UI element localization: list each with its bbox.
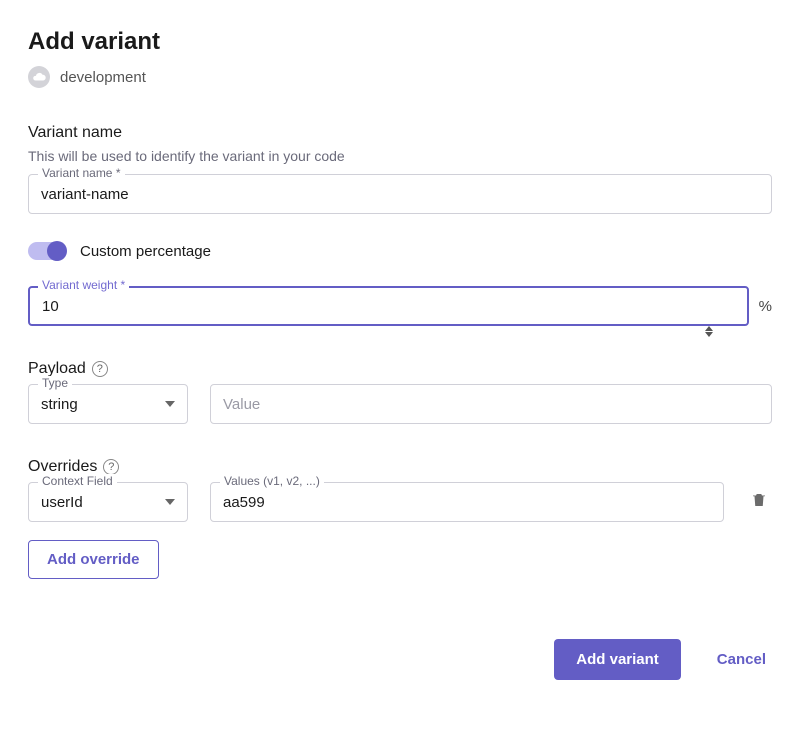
variant-weight-input[interactable] — [28, 286, 749, 326]
context-field-select[interactable]: userId — [28, 482, 188, 522]
context-field-value: userId — [41, 494, 83, 511]
number-stepper[interactable] — [705, 326, 713, 337]
percent-unit: % — [759, 298, 772, 315]
payload-type-value: string — [41, 396, 78, 413]
variant-name-help: This will be used to identify the varian… — [28, 148, 772, 164]
delete-override-button[interactable] — [746, 487, 772, 518]
environment-badge: development — [28, 66, 772, 88]
chevron-up-icon[interactable] — [705, 326, 713, 331]
trash-icon — [750, 491, 768, 509]
toggle-knob — [47, 241, 67, 261]
context-field-label: Context Field — [38, 474, 117, 488]
payload-value-input[interactable] — [210, 384, 772, 424]
overrides-section-title: Overrides ? — [28, 458, 772, 476]
variant-name-field-label: Variant name * — [38, 166, 125, 180]
override-values-label: Values (v1, v2, ...) — [220, 474, 324, 488]
variant-weight-field-label: Variant weight * — [38, 278, 129, 292]
add-variant-button[interactable]: Add variant — [554, 639, 681, 680]
payload-type-label: Type — [38, 376, 72, 390]
help-icon[interactable]: ? — [92, 361, 108, 377]
help-icon[interactable]: ? — [103, 459, 119, 475]
environment-name: development — [60, 69, 146, 86]
caret-down-icon — [165, 499, 175, 505]
cancel-button[interactable]: Cancel — [711, 650, 772, 669]
payload-type-select[interactable]: string — [28, 384, 188, 424]
custom-percentage-toggle[interactable] — [28, 242, 66, 260]
variant-name-section-title: Variant name — [28, 124, 772, 142]
payload-section-title: Payload ? — [28, 360, 772, 378]
page-title: Add variant — [28, 28, 772, 56]
chevron-down-icon[interactable] — [705, 332, 713, 337]
custom-percentage-label: Custom percentage — [80, 243, 211, 260]
variant-name-input[interactable] — [28, 174, 772, 214]
caret-down-icon — [165, 401, 175, 407]
variant-name-field: Variant name * — [28, 174, 772, 214]
dialog-footer: Add variant Cancel — [28, 639, 772, 680]
override-values-input[interactable] — [210, 482, 724, 522]
cloud-icon — [28, 66, 50, 88]
add-override-button[interactable]: Add override — [28, 540, 159, 579]
